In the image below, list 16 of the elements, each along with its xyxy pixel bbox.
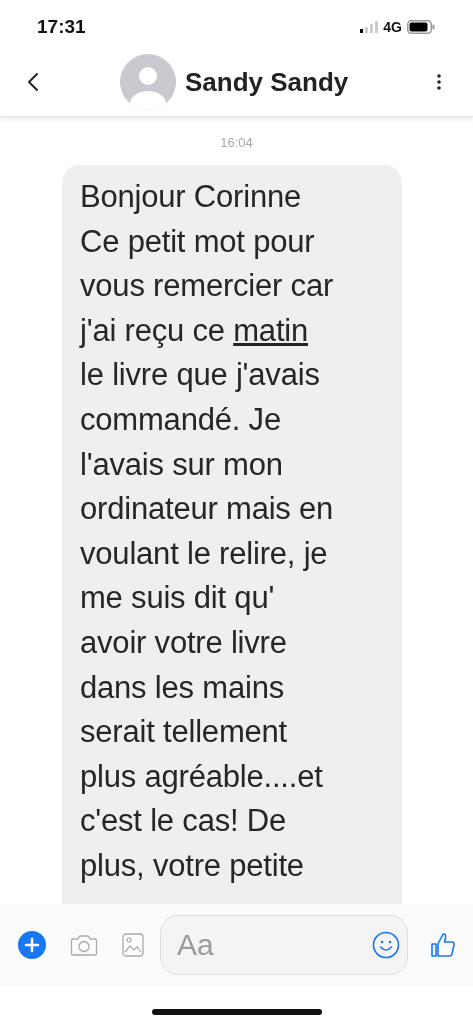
message-text: Bonjour Corinne Ce petit mot pour vous remercier car j'ai reçu ce matin le livre que j'avais commandé. Je l'avais sur mon ordinateur mais en voulant le relire, je me suis dit qu' avoir votre livre dans les mains serait tellement plus agréable....et c'est le cas! De plus, votre petite [80,178,335,885]
contact-name[interactable]: Sandy Sandy [185,66,437,98]
image-icon[interactable] [122,933,144,957]
network-label: 4G [383,19,402,35]
thumbs-up-icon[interactable] [430,932,456,958]
message-field[interactable]: Aa [160,915,408,975]
back-icon[interactable] [27,72,39,92]
more-icon[interactable] [437,74,441,90]
plus-icon[interactable] [18,931,46,959]
status-time: 17:31 [37,16,86,38]
battery-icon [407,20,435,34]
camera-icon[interactable] [70,933,98,957]
date-link[interactable]: matin [233,312,309,348]
signal-icon [360,21,379,33]
emoji-icon[interactable] [372,931,400,959]
message-timestamp: 16:04 [220,135,253,150]
